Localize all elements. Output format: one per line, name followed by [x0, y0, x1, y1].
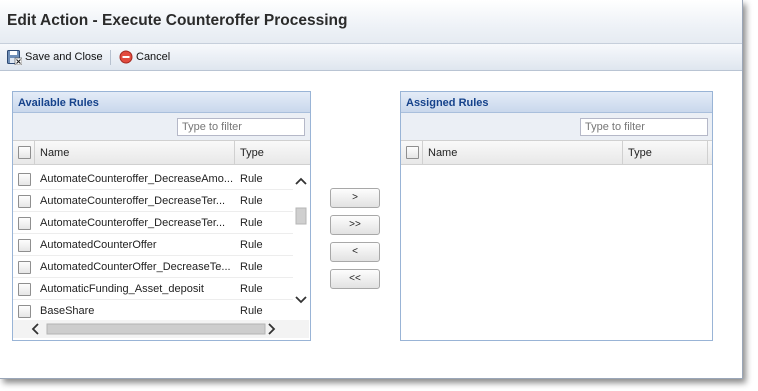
assigned-type-column-label: Type	[628, 147, 652, 159]
row-checkbox[interactable]	[18, 239, 31, 252]
assigned-type-column-header[interactable]: Type	[623, 141, 708, 164]
scroll-down-arrow-icon	[295, 296, 307, 304]
available-filter-bar	[13, 113, 310, 141]
rule-type: Rule	[240, 283, 263, 295]
table-row[interactable]: AutomateCounteroffer_DecreaseTer... Rule	[13, 212, 293, 234]
available-rules-title: Available Rules	[18, 97, 99, 109]
assigned-filter-bar	[401, 113, 712, 141]
title-bar: Edit Action - Execute Counteroffer Proce…	[0, 0, 742, 44]
select-all-checkbox[interactable]	[18, 146, 31, 159]
type-column-header[interactable]: Type	[235, 141, 310, 164]
table-row[interactable]: AutomatedCounterOffer_DecreaseTe... Rule	[13, 256, 293, 278]
available-rules-header: Available Rules	[13, 92, 310, 113]
name-column-header[interactable]: Name	[35, 141, 235, 164]
rule-name: AutomaticFunding_Asset_deposit	[40, 283, 204, 295]
save-and-close-button[interactable]: Save and Close	[7, 49, 103, 65]
row-checkbox[interactable]	[18, 173, 31, 186]
assigned-select-all-checkbox[interactable]	[406, 146, 419, 159]
assigned-grid-header: Name Type	[401, 141, 712, 165]
assigned-filter-input[interactable]	[580, 118, 708, 136]
row-checkbox[interactable]	[18, 261, 31, 274]
assigned-rules-title: Assigned Rules	[406, 97, 489, 109]
cancel-icon	[119, 50, 133, 64]
cancel-label: Cancel	[136, 51, 171, 63]
table-row[interactable]: AutomateCounteroffer_DecreaseAmo... Rule	[13, 168, 293, 190]
toolbar-separator	[110, 50, 111, 65]
assigned-select-all-header	[401, 141, 423, 164]
vertical-scrollbar[interactable]	[293, 168, 309, 318]
remove-button[interactable]: <	[330, 242, 380, 262]
assigned-rules-panel: Assigned Rules Name Type	[400, 91, 713, 341]
scroll-up-arrow-icon	[295, 177, 307, 185]
assigned-grid-body	[401, 168, 712, 339]
rule-type: Rule	[240, 239, 263, 251]
available-grid-body: AutomateCounteroffer_DecreaseAmo... Rule…	[13, 168, 309, 339]
horizontal-scroll-track	[13, 320, 309, 338]
rule-name: BaseShare	[40, 305, 95, 317]
rule-name: AutomatedCounterOffer_DecreaseTe...	[40, 261, 231, 273]
assigned-name-column-label: Name	[428, 147, 458, 159]
remove-all-button[interactable]: <<	[330, 269, 380, 289]
row-checkbox[interactable]	[18, 195, 31, 208]
dialog-title: Edit Action - Execute Counteroffer Proce…	[7, 12, 348, 29]
vertical-scroll-track	[295, 177, 307, 304]
rule-name: AutomateCounteroffer_DecreaseAmo...	[40, 173, 233, 185]
table-row[interactable]: BaseShare Rule	[13, 300, 293, 322]
save-and-close-label: Save and Close	[25, 51, 103, 63]
rule-name: AutomateCounteroffer_DecreaseTer...	[40, 217, 226, 229]
rule-type: Rule	[240, 217, 263, 229]
rule-type: Rule	[240, 173, 263, 185]
add-all-button[interactable]: >>	[330, 215, 380, 235]
rule-type: Rule	[240, 261, 263, 273]
horizontal-scroll-thumb	[46, 323, 266, 335]
rule-name: AutomateCounteroffer_DecreaseTer...	[40, 195, 226, 207]
table-row[interactable]: AutomatedCounterOffer Rule	[13, 234, 293, 256]
assigned-rules-header: Assigned Rules	[401, 92, 712, 113]
horizontal-scrollbar[interactable]	[13, 320, 309, 338]
save-icon	[7, 49, 22, 65]
available-grid-header: Name Type	[13, 141, 310, 165]
name-column-label: Name	[40, 147, 70, 159]
type-column-label: Type	[240, 147, 264, 159]
row-checkbox[interactable]	[18, 305, 31, 318]
available-rules-panel: Available Rules Name Type AutomateCounte…	[12, 91, 311, 341]
available-filter-input[interactable]	[177, 118, 305, 136]
assigned-name-column-header[interactable]: Name	[423, 141, 623, 164]
row-checkbox[interactable]	[18, 283, 31, 296]
edit-action-dialog: Edit Action - Execute Counteroffer Proce…	[0, 0, 743, 379]
select-all-header	[13, 141, 35, 164]
row-checkbox[interactable]	[18, 217, 31, 230]
rule-name: AutomatedCounterOffer	[40, 239, 157, 251]
add-button[interactable]: >	[330, 188, 380, 208]
toolbar: Save and Close Cancel	[0, 44, 742, 71]
rule-type: Rule	[240, 195, 263, 207]
table-row[interactable]: AutomateCounteroffer_DecreaseTer... Rule	[13, 190, 293, 212]
rule-type: Rule	[240, 305, 263, 317]
vertical-scroll-thumb	[295, 207, 307, 225]
cancel-button[interactable]: Cancel	[119, 49, 170, 65]
table-row[interactable]: AutomaticFunding_Asset_deposit Rule	[13, 278, 293, 300]
